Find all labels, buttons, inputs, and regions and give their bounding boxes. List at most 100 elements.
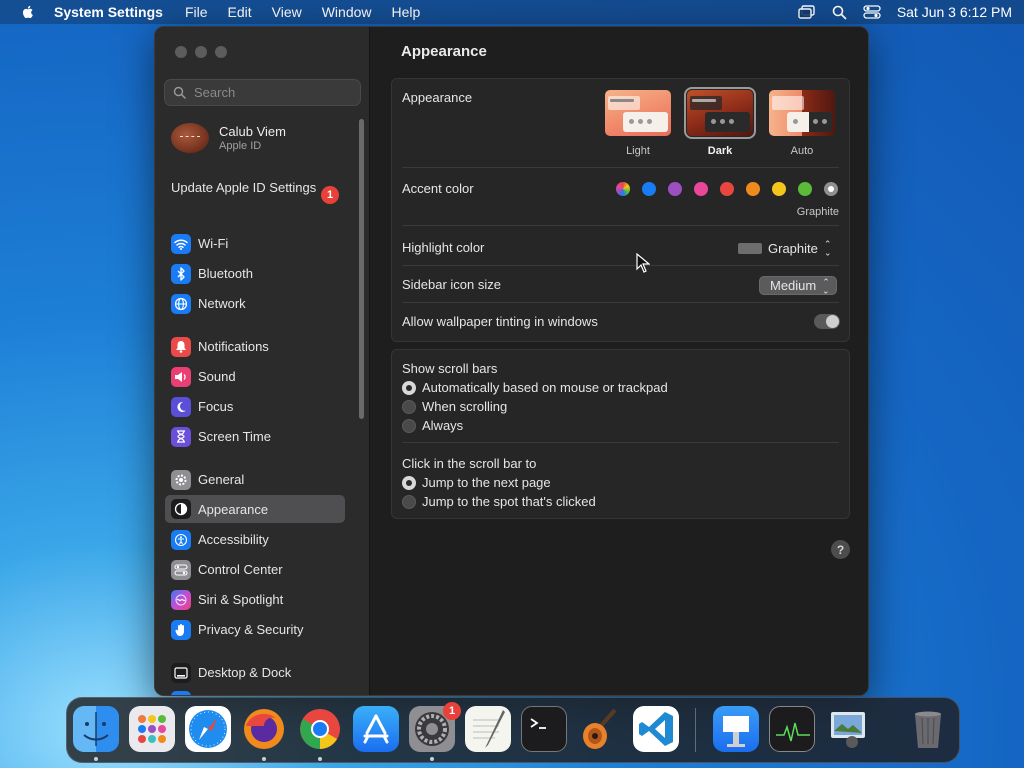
dock-firefox-icon[interactable] [241,706,287,752]
highlight-color-value: Graphite [768,240,818,256]
menu-edit[interactable]: Edit [228,4,252,20]
sidebar-item-privacy-security[interactable]: Privacy & Security [165,616,345,643]
dock-icon [171,662,191,683]
control-center-icon[interactable] [863,5,881,19]
wallpaper-tinting-toggle[interactable] [814,314,840,329]
divider [402,225,839,226]
sidebar-item-focus[interactable]: Focus [165,393,345,420]
hand-icon [171,619,191,640]
radio-button[interactable] [402,380,416,395]
sidebar-icon-size-value: Medium [770,278,817,293]
dock-vscode-icon[interactable] [633,706,679,752]
help-button[interactable]: ? [831,540,850,559]
chevron-updown-icon: ⌃ ⌃ [823,239,832,258]
close-button[interactable] [175,46,187,58]
scroll-bars-option-when-scrolling[interactable]: When scrolling [402,399,507,414]
accent-orange-swatch[interactable] [746,182,760,196]
scroll-bars-option-auto[interactable]: Automatically based on mouse or trackpad [402,380,668,395]
sidebar-item-label: Focus [198,399,234,414]
radio-label: Jump to the spot that's clicked [422,494,596,509]
minimize-button[interactable] [195,46,207,58]
menu-window[interactable]: Window [322,4,372,20]
sidebar-item-sound[interactable]: Sound [165,363,345,390]
chevron-updown-icon: ⌃ ⌃ [822,276,830,295]
dock-preview-icon[interactable] [825,706,871,752]
scroll-bars-option-always[interactable]: Always [402,418,463,433]
dock-chrome-icon[interactable] [297,706,343,752]
sidebar-item-siri-spotlight[interactable]: Siri & Spotlight [165,586,345,613]
click-scroll-option-next-page[interactable]: Jump to the next page [402,475,551,490]
screen-mirroring-icon[interactable] [798,5,816,19]
accent-multicolor-swatch[interactable] [616,182,630,196]
apple-id-row[interactable]: Calub Viem Apple ID [171,123,286,153]
dock-safari-icon[interactable] [185,706,231,752]
sidebar-item-label: Siri & Spotlight [198,592,284,607]
sidebar-scrollbar[interactable] [359,119,364,419]
sidebar-item-control-center[interactable]: Control Center [165,556,345,583]
avatar [171,123,209,153]
appearance-auto-option[interactable] [769,90,835,136]
bell-icon [171,336,191,357]
dock-activity-monitor-icon[interactable] [769,706,815,752]
sidebar-item-screen-time[interactable]: Screen Time [165,423,345,450]
dock-app-store-icon[interactable] [353,706,399,752]
dock-trash-icon[interactable] [905,706,951,752]
accent-purple-swatch[interactable] [668,182,682,196]
dock-finder-icon[interactable] [73,706,119,752]
sidebar-item-desktop-dock[interactable]: Desktop & Dock [165,659,345,686]
appearance-dark-option[interactable] [684,87,756,139]
click-scroll-option-spot-clicked[interactable]: Jump to the spot that's clicked [402,494,596,509]
update-apple-id-settings[interactable]: Update Apple ID Settings [171,180,341,196]
speaker-icon [171,366,191,387]
dock-garageband-icon[interactable] [577,706,623,752]
dock-launchpad-icon[interactable] [129,706,175,752]
divider [402,265,839,266]
siri-icon [171,589,191,610]
dock: 1 [66,697,960,763]
menu-file[interactable]: File [185,4,208,20]
menu-clock[interactable]: Sat Jun 3 6:12 PM [897,4,1012,20]
globe-icon [171,293,191,314]
search-input[interactable] [194,85,344,100]
radio-button[interactable] [402,494,416,509]
settings-badge: 1 [443,702,461,720]
accent-green-swatch[interactable] [798,182,812,196]
zoom-button[interactable] [215,46,227,58]
sidebar-item-appearance[interactable]: Appearance [165,495,345,523]
sidebar-item-next [165,689,345,695]
radio-label: When scrolling [422,399,508,414]
dock-textedit-icon[interactable] [465,706,511,752]
radio-button[interactable] [402,475,416,490]
accent-graphite-swatch[interactable] [824,182,838,196]
sidebar-item-general[interactable]: General [165,466,345,493]
radio-button[interactable] [402,418,416,433]
accent-pink-swatch[interactable] [694,182,708,196]
dock-terminal-icon[interactable] [521,706,567,752]
accent-yellow-swatch[interactable] [772,182,786,196]
menu-app-name[interactable]: System Settings [54,4,163,20]
dock-keynote-icon[interactable] [713,706,759,752]
sidebar-icon-size-label: Sidebar icon size [402,277,501,292]
running-indicator [94,757,98,761]
apple-logo-icon[interactable] [20,4,36,20]
sidebar-item-accessibility[interactable]: Accessibility [165,526,345,553]
sidebar-item-notifications[interactable]: Notifications [165,333,345,360]
spotlight-search-icon[interactable] [832,5,847,20]
sidebar-item-network[interactable]: Network [165,290,345,317]
menu-help[interactable]: Help [392,4,421,20]
mouse-pointer-icon [636,253,650,273]
control-center-icon [171,559,191,580]
menu-view[interactable]: View [272,4,302,20]
sidebar-item-label: Accessibility [198,532,269,547]
accent-blue-swatch[interactable] [642,182,656,196]
divider [402,302,839,303]
sidebar-item-bluetooth[interactable]: Bluetooth [165,260,345,287]
highlight-color-popup[interactable]: Graphite ⌃ ⌃ [738,239,831,257]
sidebar-item-label: Notifications [198,339,269,354]
search-field[interactable] [164,79,361,106]
appearance-light-option[interactable] [605,90,671,136]
sidebar-item-wifi[interactable]: Wi-Fi [165,230,345,257]
radio-button[interactable] [402,399,416,414]
sidebar-icon-size-popup[interactable]: Medium ⌃ ⌃ [759,276,837,295]
accent-red-swatch[interactable] [720,182,734,196]
